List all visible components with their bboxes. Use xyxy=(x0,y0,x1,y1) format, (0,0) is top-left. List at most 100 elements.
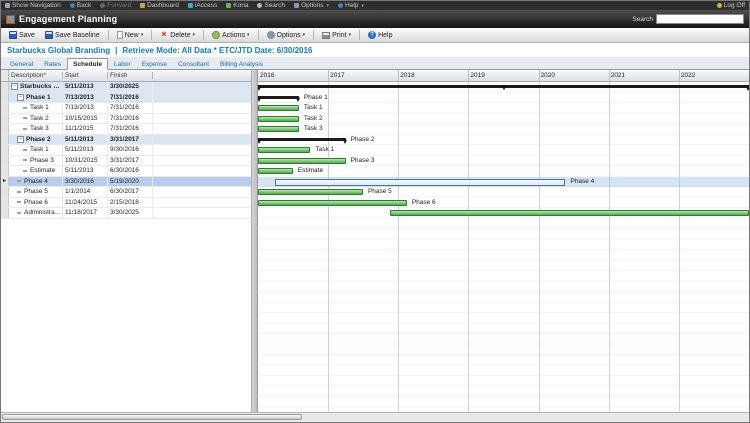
finish-cell: 7/31/2016 xyxy=(108,103,153,113)
description-text: Task 1 xyxy=(30,146,49,154)
finish-cell: 7/31/2016 xyxy=(108,113,153,123)
year-gridline xyxy=(468,82,470,412)
utility-item-label: Show Navigation xyxy=(12,2,61,9)
header-finish[interactable]: Finish xyxy=(108,72,153,79)
year-gridline xyxy=(678,82,680,412)
tab-billing-analysis[interactable]: Billing Analysis xyxy=(215,59,268,69)
row-indicator xyxy=(1,187,9,197)
gantt-bar-task[interactable] xyxy=(258,199,407,206)
utility-item-dashboard[interactable]: Dashboard xyxy=(140,2,179,9)
utility-item-options[interactable]: Options ▾ xyxy=(294,2,329,9)
row-indicator: ▸ xyxy=(1,176,9,186)
utility-item-back[interactable]: Back xyxy=(69,2,91,9)
utility-item-help[interactable]: Help ▾ xyxy=(338,2,364,9)
table-row[interactable]: Task 1 7/13/2013 7/31/2016 xyxy=(1,103,251,114)
finish-cell: 9/30/2016 xyxy=(108,145,153,155)
scrollbar-thumb[interactable] xyxy=(2,414,302,420)
table-row[interactable]: Phase 5 1/1/2014 6/30/2017 xyxy=(1,187,251,198)
table-row[interactable]: Phase 6 11/24/2015 2/15/2018 xyxy=(1,197,251,208)
year-tick xyxy=(678,70,680,81)
chevron-down-icon: ▾ xyxy=(302,32,306,38)
tab-expense[interactable]: Expense xyxy=(137,59,172,69)
utility-item-forward: Forward xyxy=(100,2,131,9)
table-row[interactable]: Task 1 5/11/2013 9/30/2016 xyxy=(1,145,251,156)
gantt-bar-task[interactable] xyxy=(258,189,363,195)
tab-labor[interactable]: Labor xyxy=(109,59,136,69)
year-label: 2016 xyxy=(260,72,275,79)
gantt-panel: 2016 2017 2018 2019 2020 2021 2022 Phase 1 Task… xyxy=(258,70,749,412)
table-row[interactable]: Task 2 10/15/2015 7/31/2016 xyxy=(1,113,251,124)
table-row[interactable]: −Starbucks Glob...5/11/20133/30/2025 xyxy=(1,82,251,93)
table-row[interactable]: Phase 3 10/31/2015 3/31/2017 xyxy=(1,155,251,166)
log-off-button[interactable]: Log Off xyxy=(716,2,745,9)
toolbar-button-print[interactable]: Print ▾ xyxy=(318,31,355,40)
toolbar-button-help[interactable]: Help xyxy=(364,30,396,40)
table-row[interactable]: Estimate 5/11/2013 6/30/2016 xyxy=(1,166,251,177)
chevron-down-icon: ▾ xyxy=(348,32,352,38)
table-row[interactable]: Administration 11/18/2017 3/30/2025 xyxy=(1,208,251,219)
horizontal-scrollbar[interactable] xyxy=(1,412,749,422)
filler-cell xyxy=(153,177,251,187)
finish-cell: 6/30/2016 xyxy=(108,166,153,176)
header-description[interactable]: Description* xyxy=(9,72,63,79)
gantt-bar-summary[interactable] xyxy=(258,95,300,102)
gantt-bar-task[interactable] xyxy=(258,157,346,164)
gantt-bar-task[interactable] xyxy=(258,115,299,122)
collapse-toggle-icon[interactable]: − xyxy=(17,135,24,143)
table-row[interactable]: − Phase 2 5/11/2013 3/31/2017 xyxy=(1,134,251,145)
header-start[interactable]: Start xyxy=(63,72,108,79)
toolbar-button-actions[interactable]: Actions ▾ xyxy=(208,30,253,40)
description-text: Phase 4 xyxy=(24,177,48,185)
chevron-down-icon: ▾ xyxy=(192,32,196,38)
gantt-bar-task[interactable] xyxy=(389,210,749,216)
utility-item-search[interactable]: Search xyxy=(257,2,285,9)
start-cell: 11/18/2017 xyxy=(63,208,108,218)
options-gear-icon xyxy=(266,31,275,39)
table-row[interactable]: Task 3 11/1/2015 7/31/2016 xyxy=(1,124,251,135)
chevron-down-icon: ▾ xyxy=(361,2,364,9)
gantt-bar-label: Phase 4 xyxy=(570,177,595,185)
tab-rates[interactable]: Rates xyxy=(39,59,66,69)
task-leaf-icon xyxy=(17,211,21,214)
start-cell: 1/1/2014 xyxy=(63,187,108,197)
gantt-bar-label: Phase 2 xyxy=(350,135,375,143)
toolbar-button-save[interactable]: Save xyxy=(5,30,39,40)
utility-bar: Show Navigation Back Forward Dashboard iAcce… xyxy=(1,1,749,10)
collapse-toggle-icon[interactable]: − xyxy=(17,93,24,101)
row-indicator xyxy=(1,82,9,92)
grid-rows: −Starbucks Glob...5/11/20133/30/2025−Pha… xyxy=(1,82,251,412)
toolbar-separator xyxy=(359,30,361,40)
utility-item-iaccess[interactable]: iAccess xyxy=(187,2,217,9)
search-glyph-icon xyxy=(257,3,263,8)
row-indicator xyxy=(1,166,9,176)
gantt-bar-task[interactable] xyxy=(258,105,299,111)
tab-schedule[interactable]: Schedule xyxy=(67,58,109,70)
toolbar-button-new[interactable]: New ▾ xyxy=(113,30,148,40)
gantt-bar-summary[interactable] xyxy=(258,137,347,144)
tab-consultant[interactable]: Consultant xyxy=(173,59,214,69)
dashboard-icon xyxy=(140,3,146,8)
gantt-bar-task[interactable] xyxy=(258,147,311,153)
toolbar-button-save-baseline[interactable]: Save Baseline xyxy=(41,30,104,40)
filler-cell xyxy=(153,93,251,103)
gantt-bar-task[interactable] xyxy=(258,126,299,132)
gantt-bar-task[interactable] xyxy=(258,168,293,174)
gantt-bar-label: Task 3 xyxy=(303,125,323,132)
gantt-bar-selected[interactable] xyxy=(275,178,566,186)
description-cell: Administration xyxy=(9,208,63,218)
start-cell: 5/11/2013 xyxy=(63,82,108,92)
table-row[interactable]: − Phase 1 7/13/2013 7/31/2016 xyxy=(1,92,251,103)
description-text: Phase 1 xyxy=(26,93,51,101)
utility-item-label: Kona xyxy=(233,2,249,9)
tab-general[interactable]: General xyxy=(5,59,38,69)
description-cell: Task 2 xyxy=(9,113,63,123)
collapse-toggle-icon[interactable]: − xyxy=(11,83,18,91)
utility-item-show-navigation[interactable]: Show Navigation xyxy=(5,2,61,9)
toolbar-button-options[interactable]: Options ▾ xyxy=(263,30,310,40)
search-input[interactable] xyxy=(656,14,744,24)
task-leaf-icon xyxy=(17,201,21,204)
utility-item-kona[interactable]: Kona xyxy=(226,2,248,9)
toolbar-button-delete[interactable]: Delete▾ xyxy=(156,30,199,40)
table-row[interactable]: ▸ Phase 4 3/30/2016 5/19/2020 xyxy=(1,176,251,187)
toolbar-button-label: Save Baseline xyxy=(54,31,100,39)
